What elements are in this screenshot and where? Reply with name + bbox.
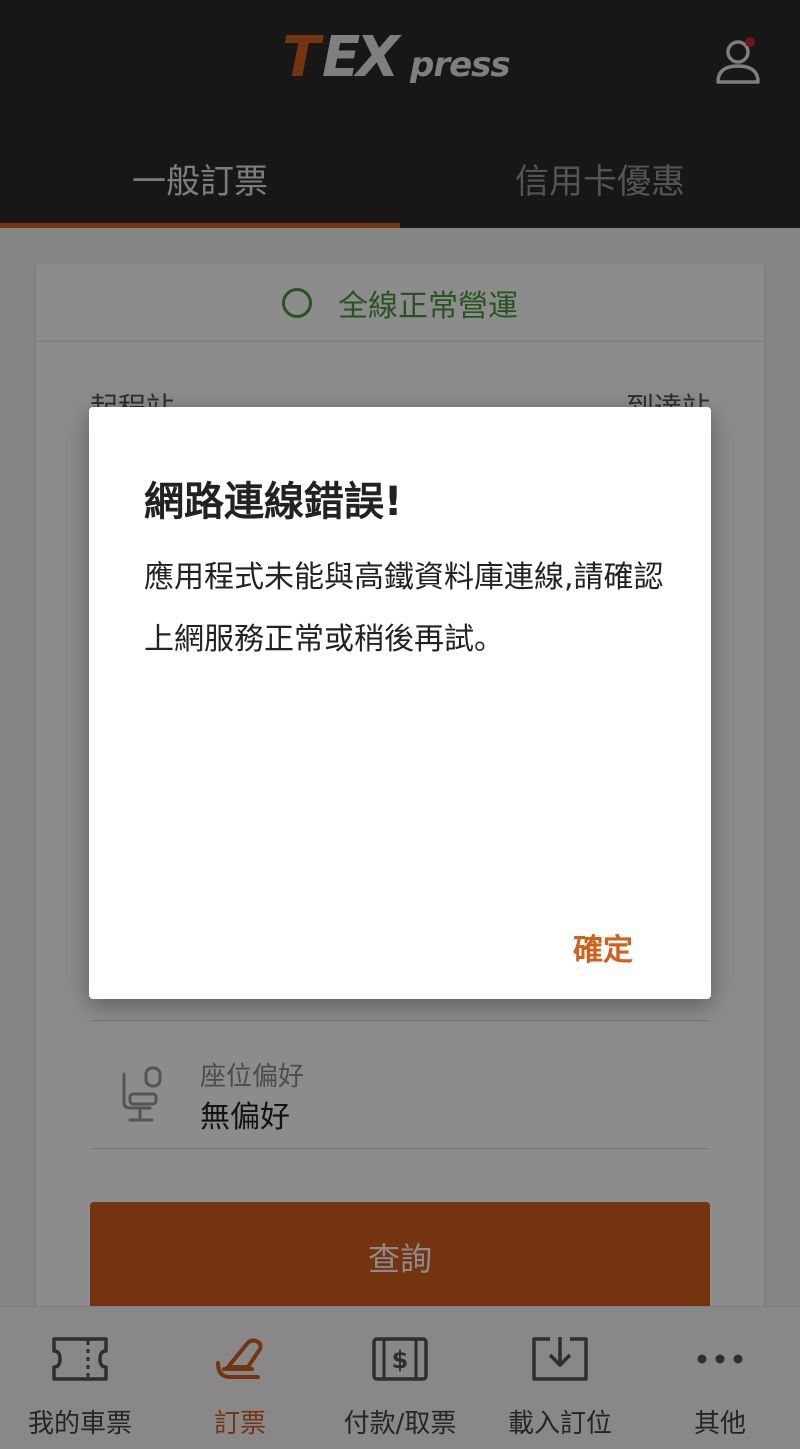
dialog-title: 網路連線錯誤! (144, 479, 403, 525)
confirm-button[interactable]: 確定 (573, 925, 633, 969)
network-error-dialog: 網路連線錯誤! 應用程式未能與高鐵資料庫連線,請確認上網服務正常或稍後再試。 確… (89, 407, 711, 999)
dialog-message: 應用程式未能與高鐵資料庫連線,請確認上網服務正常或稍後再試。 (144, 560, 664, 657)
